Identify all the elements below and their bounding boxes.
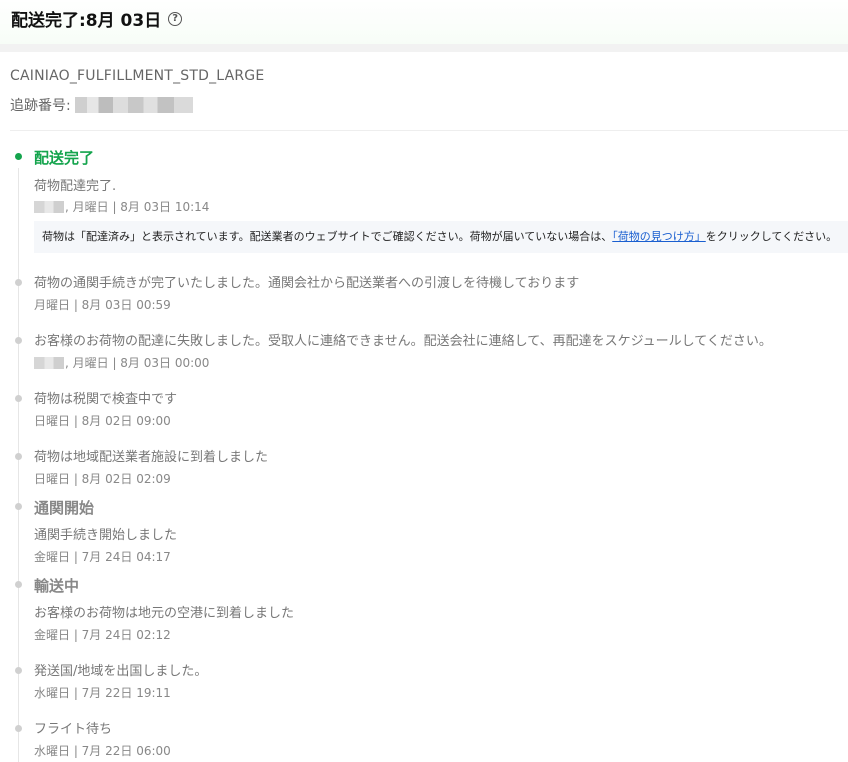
- event-time: 月曜日 | 8月 03日 00:59: [34, 298, 171, 312]
- event-description: 荷物の通関手続きが完了いたしました。通関会社から配送業者への引渡しを待機しており…: [34, 276, 580, 291]
- event-time: 水曜日 | 7月 22日 19:11: [34, 686, 171, 700]
- event-time: 日曜日 | 8月 02日 09:00: [34, 414, 171, 428]
- carrier-name: CAINIAO_FULFILLMENT_STD_LARGE: [10, 68, 265, 84]
- event-description: 荷物は地域配送業者施設に到着しました: [34, 450, 269, 465]
- event-time: , 月曜日 | 8月 03日 10:14: [34, 198, 209, 215]
- event-title: 通関開始: [34, 499, 95, 517]
- timeline-dot: [15, 279, 22, 286]
- event-time-text: , 月曜日 | 8月 03日 00:00: [65, 356, 210, 370]
- timeline-dot: [15, 581, 22, 588]
- event-description: 荷物は税関で検査中です: [34, 392, 178, 407]
- event-time: 金曜日 | 7月 24日 04:17: [34, 550, 171, 564]
- section-divider: [0, 44, 848, 52]
- delivery-status-title: 配送完了:8月 03日 ?: [11, 6, 183, 31]
- find-package-link[interactable]: 「荷物の見つけ方」: [612, 230, 706, 243]
- timeline-dot: [15, 337, 22, 344]
- timeline-dot: [15, 725, 22, 732]
- event-description: 通関手続き開始しました: [34, 528, 178, 543]
- divider: [10, 130, 848, 131]
- delivery-notice: 荷物は「配達済み」と表示されています。配送業者のウェブサイトでご確認ください。荷…: [34, 221, 848, 253]
- delivery-status-text: 配送完了:8月 03日: [11, 11, 162, 31]
- help-icon[interactable]: ?: [168, 11, 183, 26]
- event-description: 発送国/地域を出国しました。: [34, 664, 208, 679]
- timeline-dot: [15, 395, 22, 402]
- timeline-dot: [15, 667, 22, 674]
- event-time: , 月曜日 | 8月 03日 00:00: [34, 354, 209, 371]
- timeline-dot: [15, 503, 22, 510]
- redacted-location: [34, 200, 64, 213]
- event-title: 輸送中: [34, 577, 80, 595]
- event-time: 金曜日 | 7月 24日 02:12: [34, 628, 171, 642]
- event-time-text: , 月曜日 | 8月 03日 10:14: [65, 200, 210, 214]
- event-time: 日曜日 | 8月 02日 02:09: [34, 472, 171, 486]
- tracking-number-row: 追跡番号:: [10, 95, 193, 115]
- notice-text-end: をクリックしてください。: [705, 230, 838, 243]
- event-description: フライト待ち: [34, 722, 113, 737]
- timeline-dot: [15, 453, 22, 460]
- event-description: 荷物配達完了.: [34, 179, 117, 194]
- redacted-location: [34, 356, 64, 369]
- tracking-label: 追跡番号:: [10, 98, 71, 114]
- event-description: お客様のお荷物の配達に失敗しました。受取人に連絡できません。配送会社に連絡して、…: [34, 334, 772, 349]
- event-title: 配送完了: [34, 149, 95, 167]
- delivery-header: 配送完了:8月 03日 ?: [0, 0, 848, 44]
- tracking-number-redacted: [74, 97, 193, 113]
- event-description: お客様のお荷物は地元の空港に到着しました: [34, 606, 295, 621]
- timeline-dot-active: [15, 153, 22, 160]
- notice-text: 荷物は「配達済み」と表示されています。配送業者のウェブサイトでご確認ください。荷…: [42, 230, 613, 243]
- event-time: 水曜日 | 7月 22日 06:00: [34, 744, 171, 758]
